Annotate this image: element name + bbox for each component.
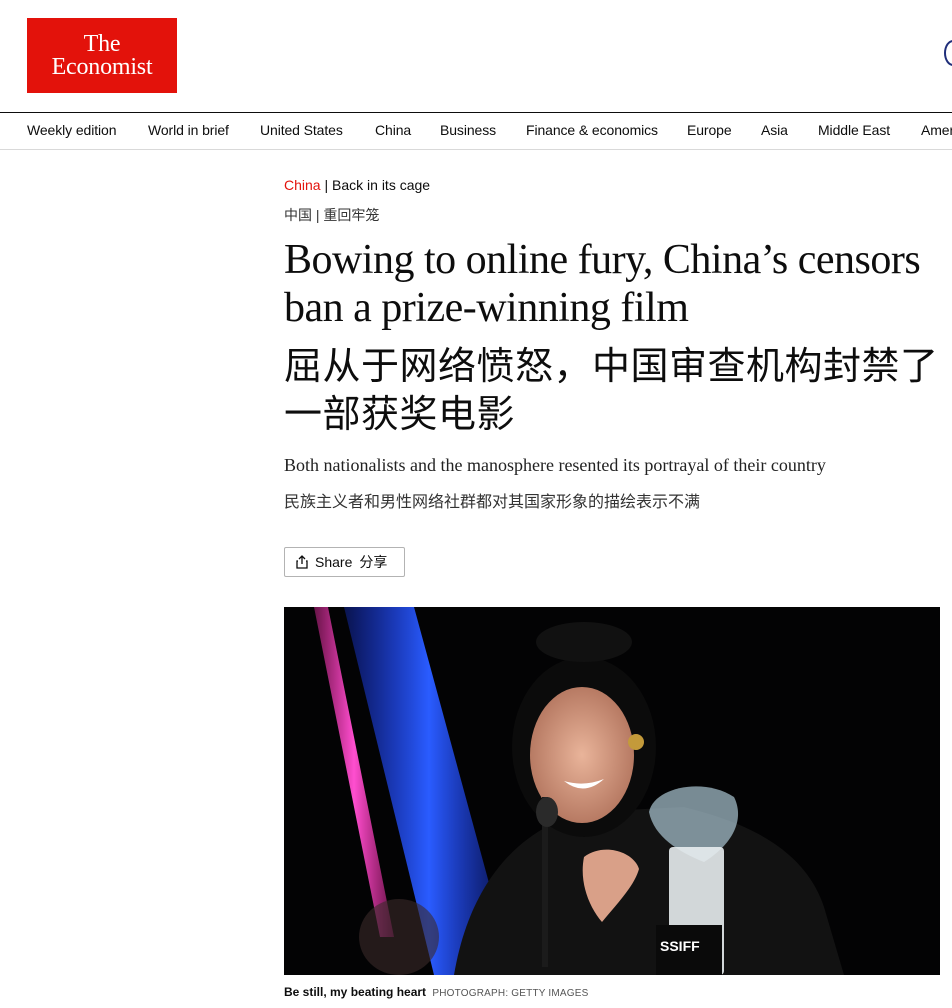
nav-item-business[interactable]: Business bbox=[440, 122, 496, 138]
main-navigation: Weekly edition World in brief United Sta… bbox=[0, 112, 952, 150]
headline: Bowing to online fury, China’s censors b… bbox=[284, 237, 921, 331]
nav-item-europe[interactable]: Europe bbox=[687, 122, 732, 138]
photo-caption: Be still, my beating heart PHOTOGRAPH: G… bbox=[284, 985, 589, 999]
rubric-zh: 重回牢笼 bbox=[323, 207, 380, 223]
photo-illustration: SSIFF bbox=[314, 607, 844, 975]
nav-item-americas[interactable]: Amer bbox=[921, 122, 952, 138]
trophy-text: SSIFF bbox=[660, 938, 700, 954]
nav-item-asia[interactable]: Asia bbox=[761, 122, 788, 138]
section-link[interactable]: China bbox=[284, 177, 321, 193]
nav-item-middle-east[interactable]: Middle East bbox=[818, 122, 890, 138]
share-label: Share bbox=[315, 554, 353, 570]
standfirst-zh: 民族主义者和男性网络社群都对其国家形象的描绘表示不满 bbox=[284, 492, 701, 511]
logo-line-1: The bbox=[83, 30, 121, 57]
rubric: Back in its cage bbox=[332, 177, 431, 193]
nav-item-united-states[interactable]: United States bbox=[260, 122, 343, 138]
nav-item-finance-economics[interactable]: Finance & economics bbox=[526, 122, 658, 138]
section-link-zh[interactable]: 中国 bbox=[284, 207, 312, 223]
kicker-separator-zh: | bbox=[312, 207, 324, 223]
nav-item-world-in-brief[interactable]: World in brief bbox=[148, 122, 229, 138]
economist-logo[interactable]: The Economist bbox=[27, 18, 177, 93]
article-photo: SSIFF bbox=[284, 607, 940, 975]
headline-zh: 屈从于网络愤怒，中国审查机构封禁了一部获奖电影 bbox=[284, 344, 939, 436]
photo-credit: PHOTOGRAPH: GETTY IMAGES bbox=[432, 988, 589, 999]
nav-item-weekly-edition[interactable]: Weekly edition bbox=[27, 122, 116, 138]
account-icon[interactable] bbox=[944, 40, 952, 66]
share-icon bbox=[296, 555, 308, 569]
standfirst: Both nationalists and the manosphere res… bbox=[284, 455, 826, 475]
share-label-zh: 分享 bbox=[359, 554, 388, 570]
article-kicker-zh: 中国 | 重回牢笼 bbox=[284, 205, 379, 225]
kicker-separator: | bbox=[320, 177, 333, 193]
logo-line-2: Economist bbox=[51, 53, 153, 80]
caption-text: Be still, my beating heart bbox=[284, 985, 427, 999]
share-button[interactable]: Share 分享 bbox=[284, 547, 405, 577]
article-kicker: China | Back in its cage bbox=[284, 177, 430, 193]
nav-item-china[interactable]: China bbox=[375, 122, 411, 138]
